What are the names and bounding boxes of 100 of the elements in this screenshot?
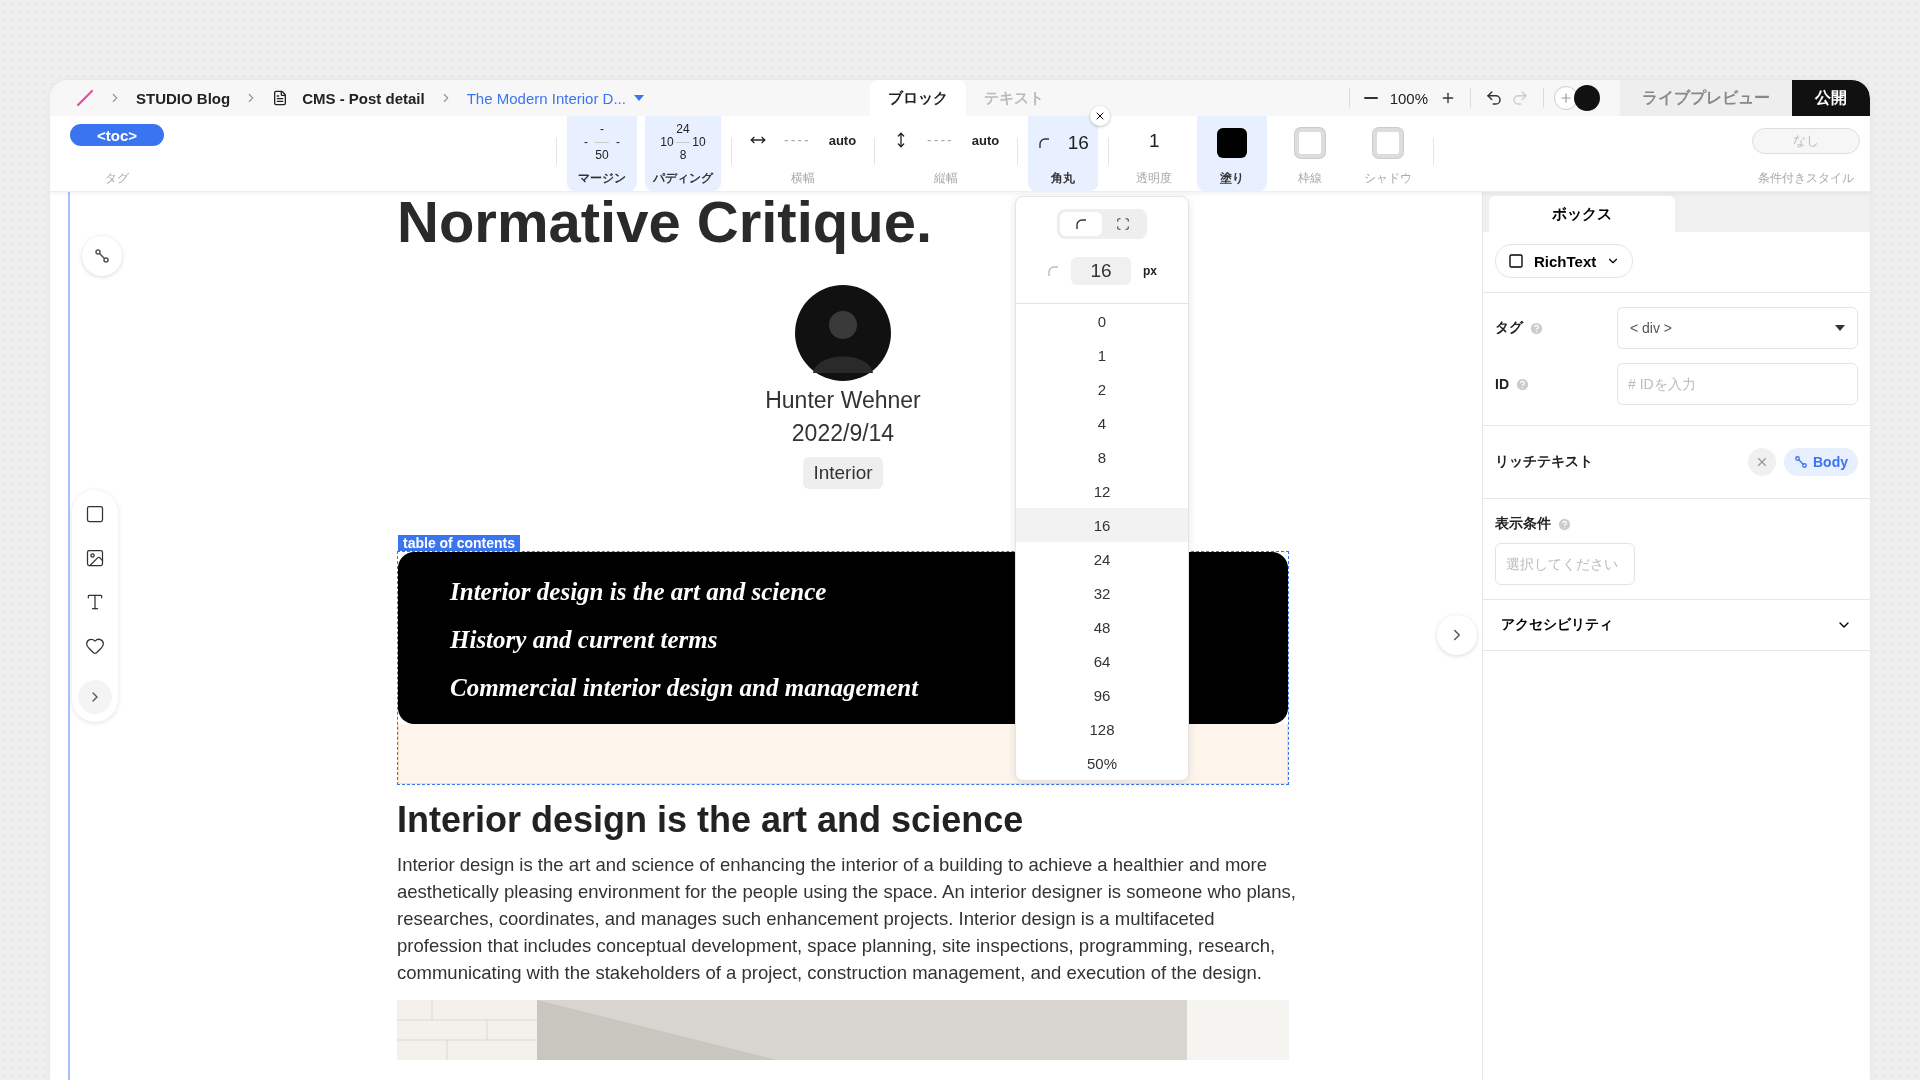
radius-option[interactable]: 8 bbox=[1016, 440, 1188, 474]
radius-option[interactable]: 96 bbox=[1016, 678, 1188, 712]
post-date: 2022/9/14 bbox=[791, 419, 895, 447]
color-swatch[interactable] bbox=[1217, 128, 1248, 158]
control-label: 角丸 bbox=[1051, 170, 1076, 187]
control-label: 透明度 bbox=[1136, 170, 1173, 187]
corners-icon bbox=[1116, 217, 1130, 231]
unit-label: px bbox=[1143, 264, 1157, 278]
toolbar-control[interactable]: 塗り bbox=[1197, 116, 1268, 191]
square-icon bbox=[1508, 253, 1524, 269]
caret-icon bbox=[1835, 325, 1845, 331]
control-label: 横幅 bbox=[791, 170, 816, 187]
close-icon bbox=[1755, 455, 1769, 469]
breadcrumb-link[interactable]: STUDIO Blog bbox=[136, 89, 231, 107]
selection-label: table of contents bbox=[398, 534, 520, 551]
corner-radius-icon bbox=[1075, 218, 1087, 230]
image-icon bbox=[85, 548, 105, 568]
heart-icon bbox=[85, 636, 105, 656]
element-type-dropdown[interactable]: RichText bbox=[1495, 244, 1634, 278]
size-unit[interactable]: auto bbox=[828, 132, 857, 148]
radius-option[interactable]: 2 bbox=[1016, 372, 1188, 406]
opacity-value[interactable]: 1 bbox=[1148, 130, 1160, 152]
box-tool[interactable] bbox=[85, 504, 105, 524]
minus-icon bbox=[1363, 97, 1378, 99]
condition-input[interactable]: 選択してください bbox=[1495, 543, 1635, 585]
control-label: 枠線 bbox=[1298, 170, 1323, 187]
text-icon bbox=[85, 592, 105, 612]
spacing-values[interactable]: - - - 50 bbox=[578, 122, 626, 162]
conditional-style-label: 条件付きスタイル bbox=[1758, 170, 1854, 187]
uniform-radius-toggle[interactable] bbox=[1060, 212, 1102, 236]
radius-option[interactable]: 32 bbox=[1016, 576, 1188, 610]
link-button[interactable] bbox=[82, 236, 122, 276]
author-name: Hunter Wehner bbox=[765, 386, 921, 414]
toolbar-control[interactable]: ---- auto 縦幅 bbox=[885, 116, 1008, 191]
radius-option[interactable]: 48 bbox=[1016, 610, 1188, 644]
publish-button[interactable]: 公開 bbox=[1792, 80, 1870, 116]
size-unit[interactable]: auto bbox=[971, 132, 1000, 148]
breadcrumb-link[interactable]: The Modern Interior D... bbox=[466, 89, 644, 107]
field-label: リッチテキスト bbox=[1495, 453, 1593, 471]
accessibility-section[interactable]: アクセシビリティ bbox=[1495, 616, 1858, 634]
radius-option[interactable]: 1 bbox=[1016, 338, 1188, 372]
toolbar-control[interactable]: 1 透明度 bbox=[1119, 116, 1190, 191]
category-tag[interactable]: Interior bbox=[803, 456, 883, 489]
heart-tool[interactable] bbox=[85, 636, 105, 656]
link-icon bbox=[94, 248, 110, 264]
radius-option[interactable]: 16 bbox=[1016, 508, 1188, 542]
toolbar-control[interactable]: 16 角丸 bbox=[1028, 116, 1099, 191]
field-label: 表示条件 bbox=[1495, 515, 1551, 533]
mode-tab[interactable]: ブロック bbox=[870, 80, 966, 116]
binding-button[interactable]: Body bbox=[1784, 448, 1858, 476]
radius-option[interactable]: 4 bbox=[1016, 406, 1188, 440]
radius-option[interactable]: 64 bbox=[1016, 644, 1188, 678]
field-label: ID bbox=[1495, 376, 1509, 392]
pen-icon[interactable] bbox=[76, 89, 94, 107]
tag-label: タグ bbox=[104, 170, 130, 187]
color-swatch[interactable] bbox=[1373, 128, 1404, 158]
square-icon bbox=[85, 504, 105, 524]
help-icon bbox=[1529, 320, 1544, 336]
toolbar-control[interactable]: 24 10 10 8 パディング bbox=[645, 116, 721, 191]
field-label: タグ bbox=[1495, 319, 1523, 337]
plus-icon bbox=[1440, 90, 1456, 106]
image-tool[interactable] bbox=[85, 548, 105, 568]
post-title: Normative Critique. bbox=[397, 192, 932, 253]
radius-option[interactable]: 0 bbox=[1016, 304, 1188, 338]
help-icon bbox=[1557, 516, 1572, 532]
toolbar-control[interactable]: ---- auto 横幅 bbox=[742, 116, 865, 191]
corner-radius-icon bbox=[1047, 265, 1059, 277]
control-label: マージン bbox=[578, 170, 626, 187]
plus-icon bbox=[1559, 91, 1573, 105]
panel-tab[interactable]: ボックス bbox=[1489, 196, 1675, 232]
radius-option[interactable]: 50% bbox=[1016, 746, 1188, 780]
tag-select[interactable]: < div > bbox=[1617, 307, 1858, 349]
corner-radius-icon bbox=[1037, 137, 1050, 149]
toc-link[interactable]: History and current terms bbox=[450, 625, 718, 654]
toc-link[interactable]: Interior design is the art and science bbox=[450, 577, 827, 606]
radius-option[interactable]: 12 bbox=[1016, 474, 1188, 508]
control-label: 縦幅 bbox=[934, 170, 959, 187]
undo-icon bbox=[1485, 89, 1503, 107]
radius-input[interactable]: 16 bbox=[1071, 257, 1131, 285]
section-heading: Interior design is the art and science bbox=[397, 798, 1024, 841]
radius-value[interactable]: 16 bbox=[1067, 132, 1089, 154]
breadcrumb-link[interactable]: CMS - Post detail bbox=[302, 89, 425, 107]
zoom-level: 100% bbox=[1389, 89, 1428, 107]
text-tool[interactable] bbox=[85, 592, 105, 612]
toc-link[interactable]: Commercial interior design and management bbox=[450, 673, 919, 702]
element-tag[interactable]: <toc> bbox=[70, 124, 164, 146]
document-icon bbox=[272, 90, 289, 106]
spacing-values[interactable]: 24 10 10 8 bbox=[659, 122, 707, 162]
help-icon bbox=[1515, 376, 1530, 392]
caret-icon bbox=[633, 95, 644, 101]
link-icon bbox=[1794, 455, 1808, 469]
toolbar-control[interactable]: - - - 50 マージン bbox=[567, 116, 637, 191]
redo-icon bbox=[1511, 89, 1529, 107]
add-button[interactable] bbox=[1554, 86, 1578, 110]
control-label: シャドウ bbox=[1364, 170, 1413, 187]
color-swatch[interactable] bbox=[1295, 128, 1326, 158]
control-label: 塗り bbox=[1220, 170, 1245, 187]
id-input[interactable]: # IDを入力 bbox=[1617, 363, 1858, 405]
avatar[interactable] bbox=[1574, 85, 1600, 111]
control-label: パディング bbox=[653, 170, 713, 187]
